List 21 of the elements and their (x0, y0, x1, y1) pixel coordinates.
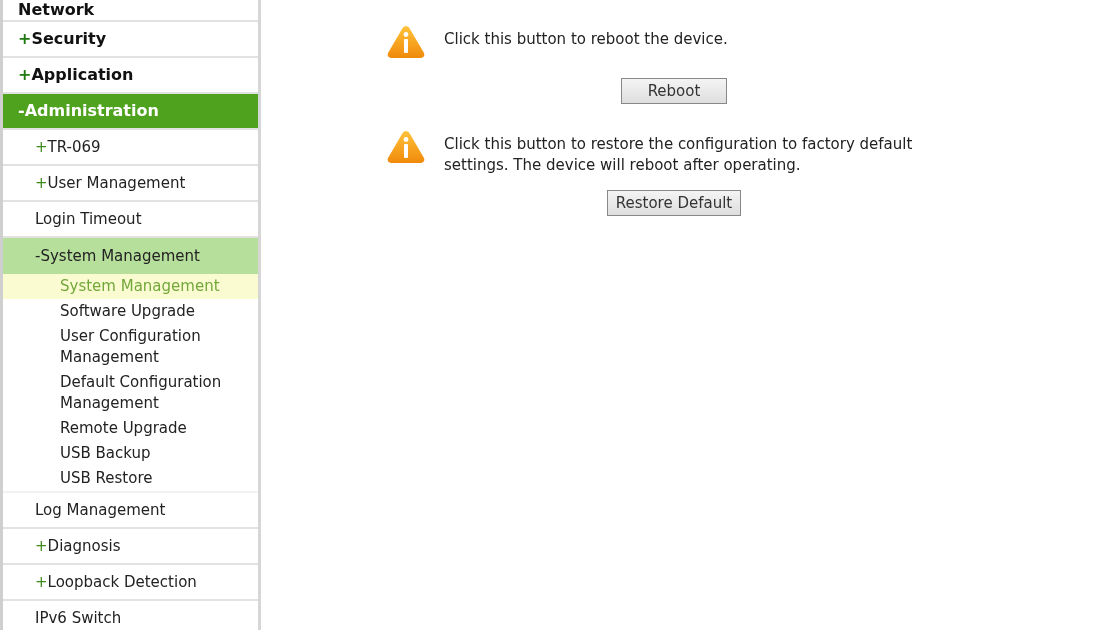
notice-text: Click this button to reboot the device. (444, 29, 728, 50)
notice-text: Click this button to restore the configuration to factory default settings. The device will reboot after operating. (444, 134, 914, 176)
action-button[interactable]: Reboot (620, 78, 728, 104)
sidebar-item[interactable]: Software Upgrade (3, 299, 258, 324)
sidebar-item[interactable]: +User Management (3, 166, 258, 202)
sidebar-item[interactable]: User Configuration Management (3, 324, 258, 370)
warning-icon (386, 129, 426, 165)
sidebar-item[interactable]: Default Configuration Management (3, 370, 258, 416)
sidebar-item[interactable]: IPv6 Switch (3, 601, 258, 630)
sidebar-item[interactable]: Network (3, 0, 258, 22)
sidebar-item[interactable]: +TR-069 (3, 130, 258, 166)
sidebar-item[interactable]: +Diagnosis (3, 529, 258, 565)
sidebar-item[interactable]: Remote Upgrade (3, 416, 258, 441)
sidebar-item[interactable]: Log Management (3, 493, 258, 529)
sidebar-item[interactable]: USB Backup (3, 441, 258, 466)
action-button[interactable]: Restore Default (606, 190, 742, 216)
sidebar-item[interactable]: USB Restore (3, 466, 258, 491)
sidebar-item[interactable]: +Loopback Detection (3, 565, 258, 601)
sidebar-item[interactable]: +Security (3, 22, 258, 58)
warning-icon (386, 24, 426, 60)
sidebar-item[interactable]: -System Management (3, 238, 258, 274)
